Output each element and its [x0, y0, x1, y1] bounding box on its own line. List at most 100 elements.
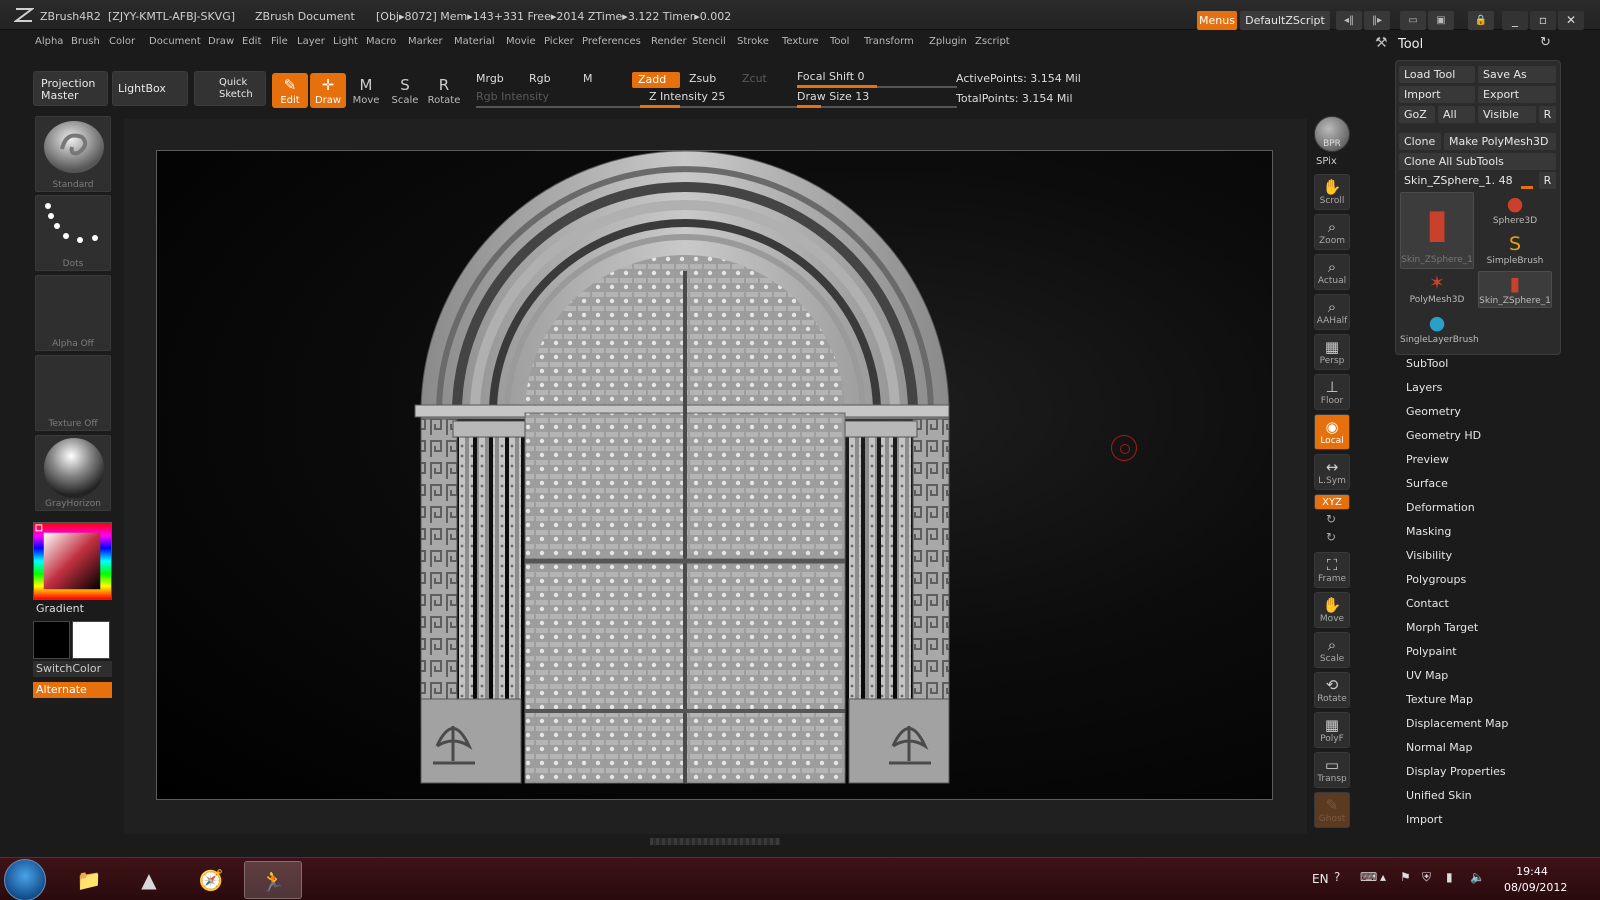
lock-icon[interactable]: 🔒 — [1468, 11, 1494, 30]
menu-color[interactable]: Color — [109, 36, 135, 47]
polyf-button[interactable]: ▦ PolyF — [1314, 712, 1350, 748]
vlc-like-app-icon[interactable]: ▲ — [120, 861, 178, 899]
current-tool-r-button[interactable]: R — [1539, 172, 1556, 189]
tool-thumb-polymesh3d[interactable]: ✶ PolyMesh3D — [1400, 271, 1474, 308]
ghost-button[interactable]: ✎ Ghost — [1314, 792, 1350, 828]
menu-stroke[interactable]: Stroke — [737, 36, 769, 47]
frame-button[interactable]: ⛶ Frame — [1314, 552, 1350, 588]
draw-size-track[interactable] — [797, 106, 957, 108]
goz-r-button[interactable]: R — [1539, 106, 1556, 123]
switchcolor-button[interactable]: SwitchColor — [33, 661, 112, 677]
menu-macro[interactable]: Macro — [366, 36, 396, 47]
menu-zplugin[interactable]: Zplugin — [929, 36, 967, 47]
goz-visible-button[interactable]: Visible — [1478, 106, 1536, 123]
secondary-color-swatch[interactable] — [72, 621, 110, 659]
draw-size-slider[interactable]: Draw Size 13 — [797, 90, 869, 103]
menu-preferences[interactable]: Preferences — [582, 36, 641, 47]
title-slider-left-icon[interactable]: ◂‖ — [1336, 11, 1362, 30]
goz-all-button[interactable]: All — [1438, 106, 1475, 123]
import-button[interactable]: Import — [1399, 86, 1475, 103]
security-icon[interactable]: ⛨ — [1422, 870, 1431, 885]
subpanel-subtool[interactable]: SubTool — [1406, 357, 1448, 370]
tool-thumb-singlelayerbrush[interactable]: ● SingleLayerBrush — [1400, 311, 1479, 348]
local-button[interactable]: ◉ Local — [1314, 414, 1350, 450]
keyboard-icon[interactable]: ⌨ — [1360, 870, 1377, 884]
network-icon[interactable]: ▮ — [1446, 870, 1453, 884]
material-thumbnail[interactable]: GrayHorizon — [35, 435, 111, 511]
aahalf-button[interactable]: ⌕ AAHalf — [1314, 294, 1350, 330]
current-tool-slider[interactable]: Skin_ZSphere_1. 48 — [1399, 172, 1537, 189]
subpanel-normal-map[interactable]: Normal Map — [1406, 741, 1473, 754]
tool-thumb-sphere3d[interactable]: ● Sphere3D — [1478, 192, 1552, 229]
tool-thumb-simplebrush[interactable]: S SimpleBrush — [1478, 232, 1552, 269]
color-picker[interactable] — [33, 522, 112, 600]
tool-thumb-skin-zsphere[interactable]: ▮ Skin_ZSphere_1 — [1400, 192, 1474, 269]
projection-master-button[interactable]: Projection Master — [33, 71, 108, 106]
rotate-y-icon[interactable]: ↻ — [1326, 512, 1336, 526]
m-button[interactable]: M — [583, 72, 593, 85]
draw-mode-button[interactable]: ✛ Draw — [310, 73, 346, 108]
subpanel-geometry-hd[interactable]: Geometry HD — [1406, 429, 1481, 442]
main-color-swatch[interactable] — [33, 621, 70, 659]
move-mode-button[interactable]: M Move — [348, 73, 384, 108]
menu-stencil[interactable]: Stencil — [692, 36, 726, 47]
clone-all-subtools-button[interactable]: Clone All SubTools — [1399, 153, 1556, 170]
refresh-icon[interactable]: ↻ — [1540, 35, 1551, 50]
show-hidden-icons[interactable]: ▴ — [1380, 870, 1386, 884]
menu-alpha[interactable]: Alpha — [35, 36, 63, 47]
menu-file[interactable]: File — [271, 36, 288, 47]
subpanel-contact[interactable]: Contact — [1406, 597, 1449, 610]
texture-thumbnail[interactable]: Texture Off — [35, 355, 111, 431]
spix-slider[interactable]: SPix — [1316, 156, 1337, 167]
xyz-button[interactable]: XYZ — [1314, 494, 1350, 510]
volume-icon[interactable]: 🔈 — [1470, 870, 1485, 884]
lsym-button[interactable]: ↔ L.Sym — [1314, 454, 1350, 490]
tool-thumb-skin-zsphere-2[interactable]: ▮ Skin_ZSphere_1 — [1478, 271, 1552, 308]
subpanel-uv-map[interactable]: UV Map — [1406, 669, 1448, 682]
menus-toggle-button[interactable]: Menus — [1197, 11, 1237, 30]
start-button[interactable] — [4, 859, 46, 900]
persp-button[interactable]: ▦ Persp — [1314, 334, 1350, 370]
title-slider-right-icon[interactable]: ‖▸ — [1364, 11, 1390, 30]
save-as-button[interactable]: Save As — [1478, 66, 1556, 83]
zbrush-taskbar-icon[interactable]: 🏃 — [244, 861, 302, 899]
bottom-tray-handle[interactable] — [650, 838, 780, 845]
zcut-button[interactable]: Zcut — [742, 72, 767, 85]
alpha-thumbnail[interactable]: Alpha Off — [35, 275, 111, 351]
rotate-z-icon[interactable]: ↻ — [1326, 530, 1336, 544]
menu-marker[interactable]: Marker — [408, 36, 443, 47]
alternate-button[interactable]: Alternate — [33, 682, 112, 698]
subpanel-texture-map[interactable]: Texture Map — [1406, 693, 1473, 706]
menu-brush[interactable]: Brush — [71, 36, 100, 47]
scroll-button[interactable]: ✋ Scroll — [1314, 174, 1350, 210]
system-clock[interactable]: 19:44 08/09/2012 — [1504, 864, 1567, 896]
goz-button[interactable]: GoZ — [1399, 106, 1435, 123]
viewport-canvas[interactable] — [156, 150, 1273, 800]
default-zscript-button[interactable]: DefaultZScript — [1240, 11, 1330, 30]
make-polymesh-button[interactable]: Make PolyMesh3D — [1444, 133, 1556, 150]
zadd-button[interactable]: Zadd — [632, 72, 680, 88]
help-icon[interactable]: ? — [1334, 870, 1340, 884]
menu-material[interactable]: Material — [454, 36, 495, 47]
menu-transform[interactable]: Transform — [864, 36, 914, 47]
subpanel-import[interactable]: Import — [1406, 813, 1443, 826]
scale-view-button[interactable]: ⌕ Scale — [1314, 632, 1350, 668]
transp-button[interactable]: ▭ Transp — [1314, 752, 1350, 788]
menu-tool[interactable]: Tool — [830, 36, 849, 47]
subpanel-geometry[interactable]: Geometry — [1406, 405, 1461, 418]
archway-door-model[interactable] — [157, 151, 1273, 800]
subpanel-display-properties[interactable]: Display Properties — [1406, 765, 1506, 778]
clone-button[interactable]: Clone — [1399, 133, 1441, 150]
menu-light[interactable]: Light — [333, 36, 358, 47]
edit-mode-button[interactable]: ✎ Edit — [272, 73, 308, 108]
menu-render[interactable]: Render — [651, 36, 687, 47]
rgb-intensity-slider[interactable]: Rgb Intensity — [476, 90, 549, 103]
gradient-label[interactable]: Gradient — [36, 602, 84, 615]
explorer-icon[interactable]: 📁 — [60, 861, 118, 899]
zoom-button[interactable]: ⌕ Zoom — [1314, 214, 1350, 250]
scale-mode-button[interactable]: S Scale — [387, 73, 423, 108]
rgb-intensity-track[interactable] — [476, 106, 656, 108]
subpanel-deformation[interactable]: Deformation — [1406, 501, 1475, 514]
export-button[interactable]: Export — [1478, 86, 1556, 103]
tool-palette-header[interactable]: ⚒ Tool ↻ — [1370, 32, 1560, 58]
